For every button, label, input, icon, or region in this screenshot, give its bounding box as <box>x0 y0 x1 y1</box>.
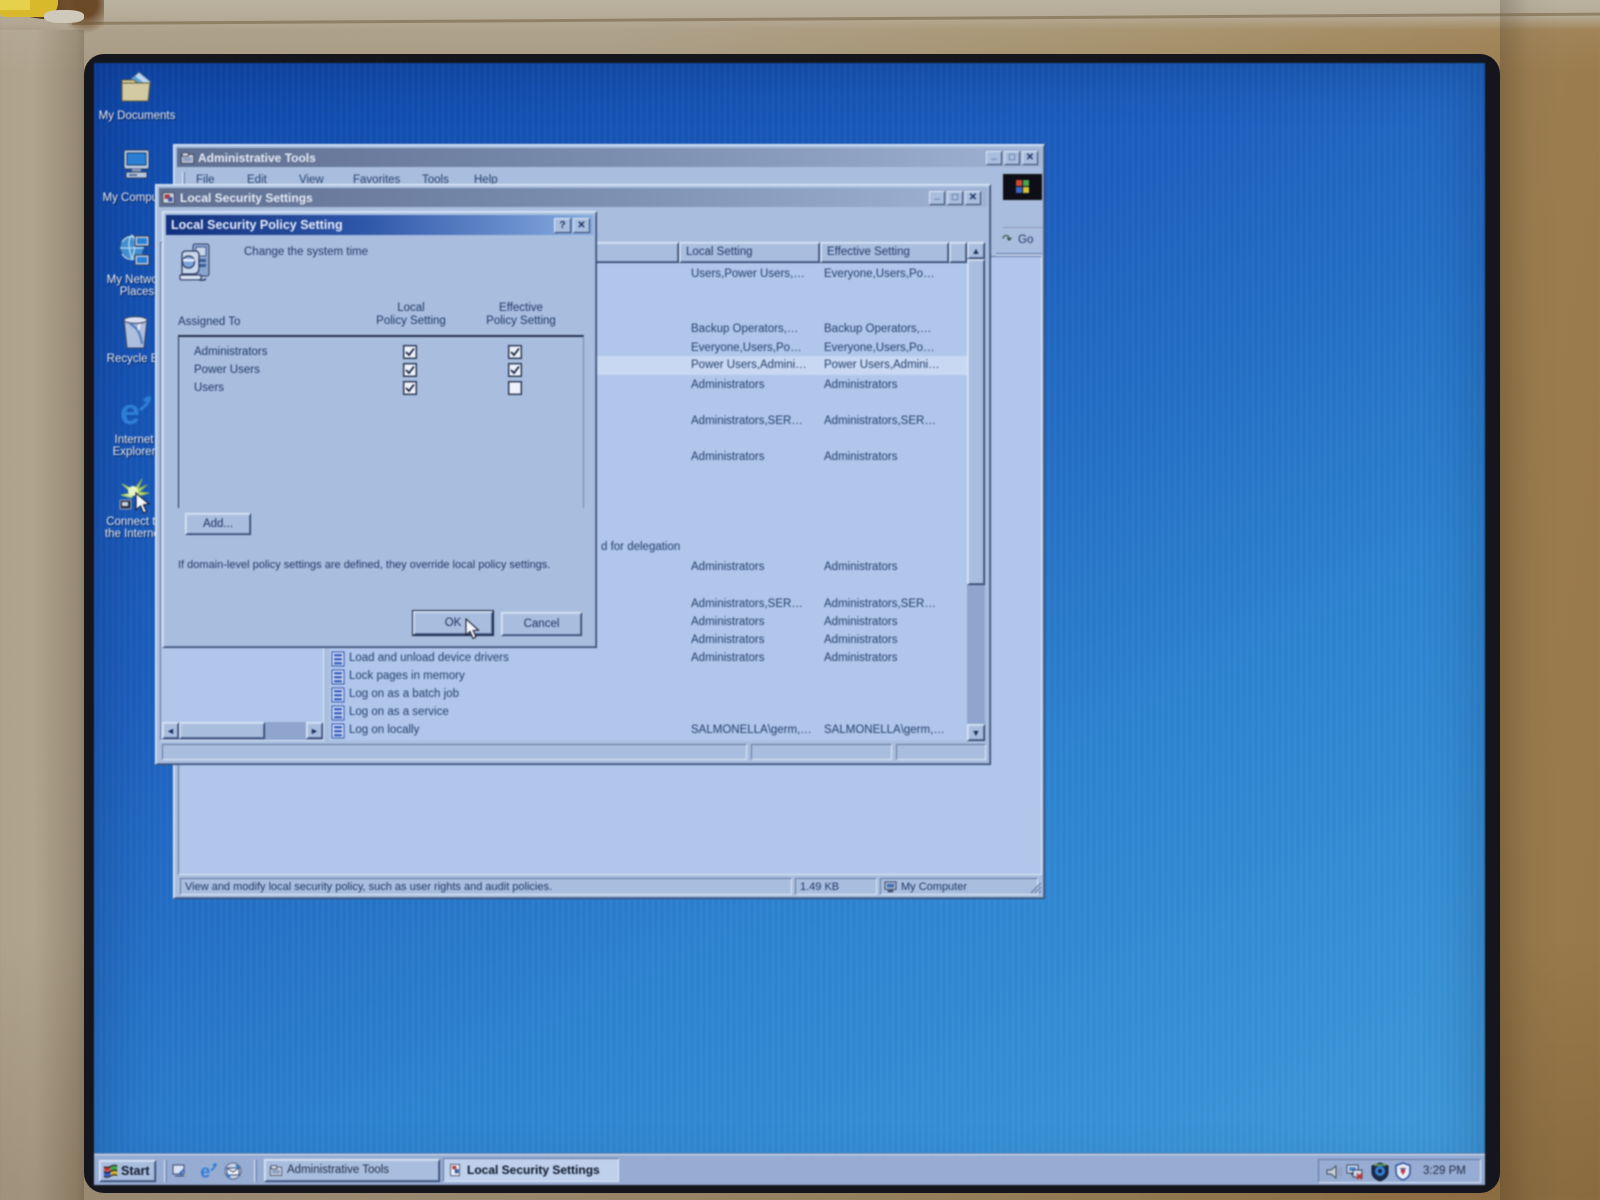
svg-text:e: e <box>200 1162 210 1180</box>
svg-text:e: e <box>120 393 140 432</box>
